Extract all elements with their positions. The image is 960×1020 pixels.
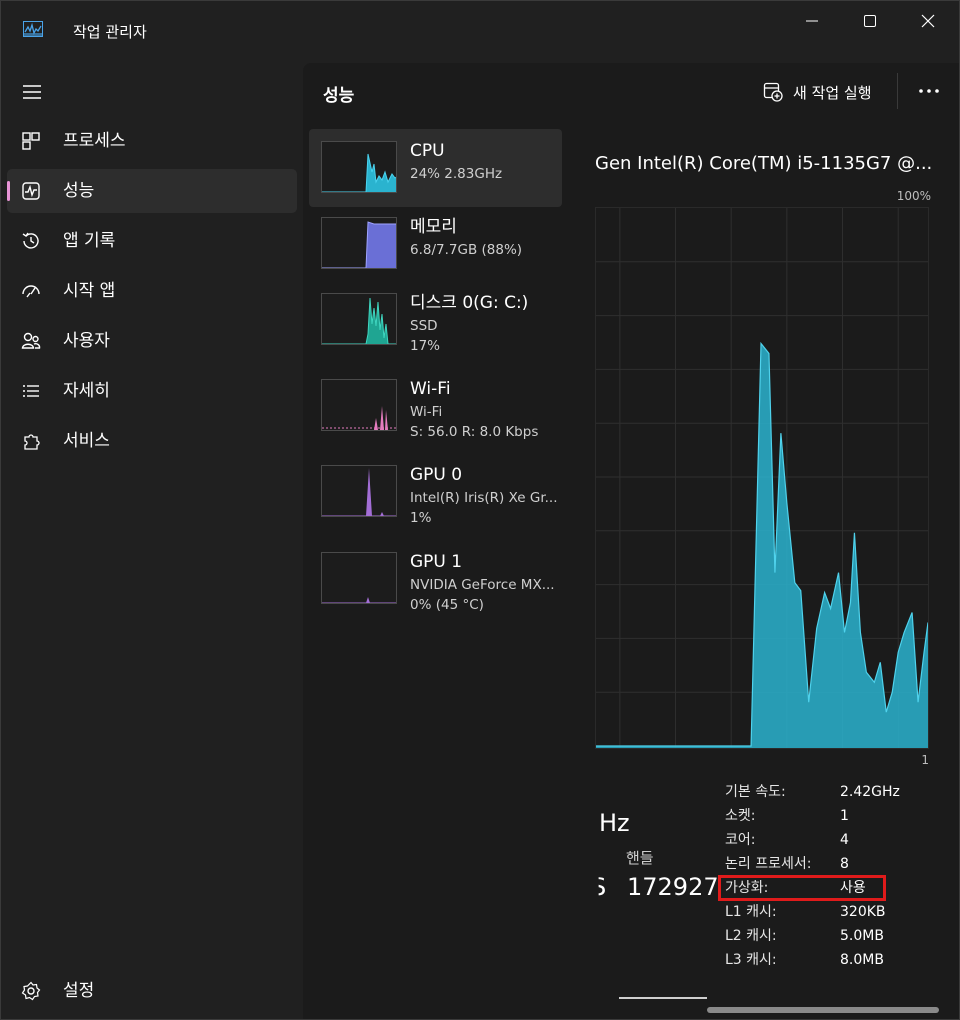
resource-detail: 0% (45 °C) [410,597,484,613]
sidebar-item-label: 성능 [63,181,95,201]
memory-thumbnail-graph [321,217,397,269]
resource-name: GPU 0 [410,465,463,485]
spec-value: 5.0MB [840,928,884,944]
sidebar-item-users[interactable]: 사용자 [7,319,297,363]
task-manager-window: 작업 관리자 프로세스 성능 앱 기록 시작 앱 사용자 자세히 서비스 설정 … [0,0,960,1020]
settings-label: 설정 [63,981,95,1001]
resource-detail: 24% 2.83GHz [410,166,503,182]
resource-detail: SSD [410,318,438,334]
spec-value: 320KB [840,904,886,920]
spec-label: 코어: [725,832,756,848]
handles-label: 핸들 [626,849,654,867]
maximize-button[interactable] [841,1,899,41]
list-icon [23,385,39,397]
resource-item-gpu1[interactable]: GPU 1 NVIDIA GeForce MX... 0% (45 °C) [309,540,562,618]
virtualization-highlight-box [718,875,886,901]
wifi-thumbnail-graph [321,379,397,431]
graph-max-label: 100% [896,189,931,203]
resource-detail: 6.8/7.7GB (88%) [410,242,523,258]
divider-line [619,997,707,999]
minimize-button[interactable] [783,1,841,41]
spec-value: 4 [840,832,849,848]
spec-label: 논리 프로세서: [725,856,812,872]
sidebar-item-label: 사용자 [63,331,110,351]
sidebar-item-processes[interactable]: 프로세스 [7,119,297,163]
new-task-icon [763,82,783,102]
sidebar-item-label: 자세히 [63,381,110,401]
more-options-icon[interactable] [915,81,943,101]
resource-name: CPU [410,141,445,161]
sidebar-item-services[interactable]: 서비스 [7,419,297,463]
resource-detail: 1% [410,510,432,526]
run-new-task-button[interactable]: 새 작업 실행 [763,77,872,107]
pulse-icon [22,182,40,200]
close-icon [921,14,935,28]
hamburger-menu-icon[interactable] [21,81,43,103]
sidebar-item-app-history[interactable]: 앱 기록 [7,219,297,263]
spec-label: L1 캐시: [725,904,777,920]
speed-value-partial: Hz [599,809,630,837]
spec-label: L2 캐시: [725,928,777,944]
gauge-icon [22,285,40,298]
spec-label: 소켓: [725,808,756,824]
resource-item-disk[interactable]: 디스크 0(G: C:) SSD 17% [309,281,562,359]
spec-value: 8.0MB [840,952,884,968]
window-title: 작업 관리자 [73,23,147,41]
cpu-usage-graph [595,207,929,749]
spec-label: 기본 속도: [725,784,786,800]
spec-value: 1 [840,808,849,824]
sidebar-item-performance[interactable]: 성능 [7,169,297,213]
sidebar-item-startup-apps[interactable]: 시작 앱 [7,269,297,313]
spec-value: 2.42GHz [840,784,900,800]
cpu-thumbnail-graph [321,141,397,193]
sidebar-item-label: 서비스 [63,431,110,451]
resource-detail: 17% [410,338,441,354]
horizontal-scrollbar[interactable] [707,1007,939,1013]
maximize-icon [864,15,876,27]
sidebar-item-details[interactable]: 자세히 [7,369,297,413]
grid-icon [22,132,40,150]
run-new-task-label: 새 작업 실행 [793,83,872,102]
sidebar-item-label: 앱 기록 [63,231,116,251]
handles-value: 172927 [627,873,719,901]
resource-detail: Wi-Fi [410,404,443,420]
history-icon [22,232,39,249]
gpu0-thumbnail-graph [321,465,397,517]
resource-name: 메모리 [410,217,457,237]
resource-detail: Intel(R) Iris(R) Xe Gr... [410,490,558,506]
title-bar: 작업 관리자 [1,1,959,59]
users-icon [21,332,41,349]
sidebar-item-label: 시작 앱 [63,281,116,301]
cpu-model-name: Gen Intel(R) Core(TM) i5-1135G7 @... [595,153,933,174]
graph-min-label: 1 [921,753,929,767]
resource-name: GPU 1 [410,552,463,572]
spec-value: 8 [840,856,849,872]
puzzle-icon [24,434,40,450]
active-indicator [7,181,10,201]
close-button[interactable] [899,1,957,41]
gear-icon [21,981,41,1001]
partial-value-glyph: S [591,873,607,901]
resource-item-cpu[interactable]: CPU 24% 2.83GHz [309,129,562,207]
gpu1-thumbnail-graph [321,552,397,604]
minimize-icon [806,20,818,22]
resource-detail: NVIDIA GeForce MX... [410,577,555,593]
page-title: 성능 [323,86,355,106]
resource-name: Wi-Fi [410,379,451,399]
task-manager-app-icon [23,21,43,37]
sidebar-item-label: 프로세스 [63,131,126,151]
toolbar-divider [897,73,898,109]
resource-item-memory[interactable]: 메모리 6.8/7.7GB (88%) [309,205,562,283]
spec-label: L3 캐시: [725,952,777,968]
resource-detail: S: 56.0 R: 8.0 Kbps [410,424,539,440]
disk-thumbnail-graph [321,293,397,345]
resource-item-wifi[interactable]: Wi-Fi Wi-Fi S: 56.0 R: 8.0 Kbps [309,367,562,445]
resource-item-gpu0[interactable]: GPU 0 Intel(R) Iris(R) Xe Gr... 1% [309,453,562,531]
resource-name: 디스크 0(G: C:) [410,293,529,313]
sidebar-item-settings[interactable]: 설정 [7,969,297,1013]
